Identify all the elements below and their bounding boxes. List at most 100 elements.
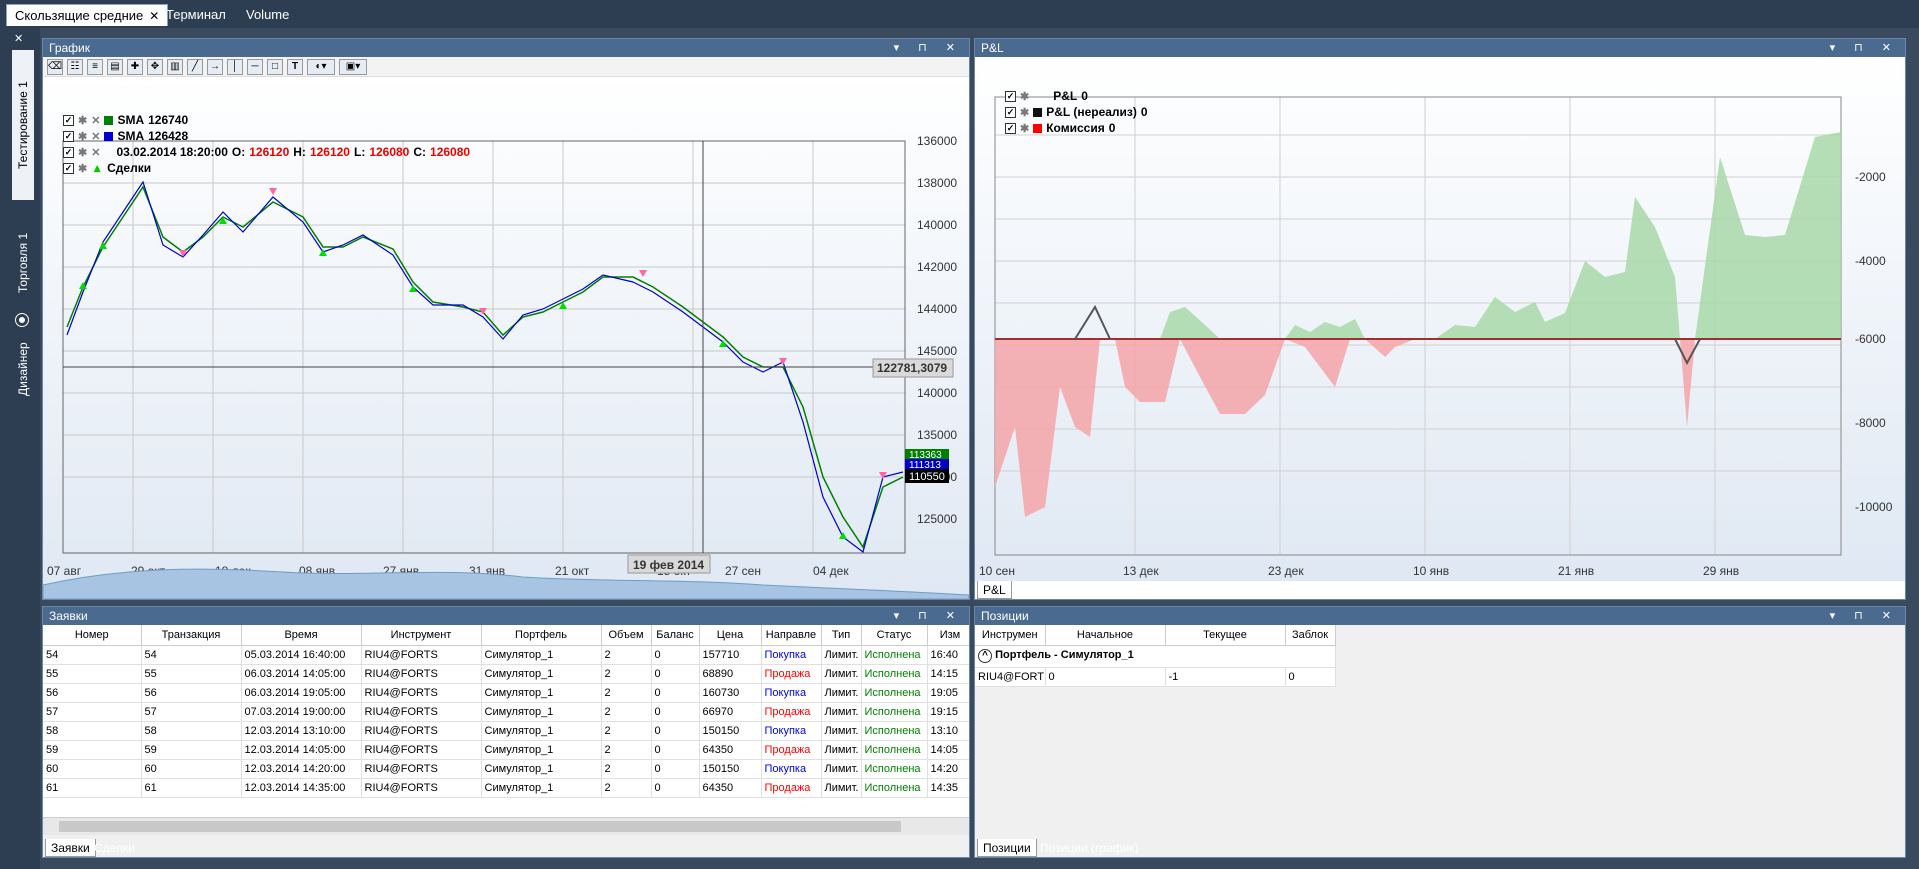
table-cell: 0 [1045,667,1166,687]
hline-tool-icon[interactable]: ─ [247,58,263,75]
save-icon[interactable]: ▣▾ [339,58,367,75]
table-row[interactable]: 61 61 12.03.2014 14:35:00 RIU4@FORTS Симулят… [43,778,969,798]
table-row[interactable]: 55 55 06.03.2014 14:05:00 RIU4@FORTS Симулят… [43,664,969,684]
column-header[interactable]: Номер [43,625,142,646]
panel-buttons[interactable]: ▾ ⊓ ✕ [894,39,963,57]
legend-ohlc: ✓ ✱ ✕ 03.02.2014 18:20:00 O: 126120 H: 12612… [63,145,470,159]
ohlc-date: 03.02.2014 18:20:00 [116,145,228,159]
gear-icon[interactable]: ✱ [78,114,87,127]
bars-icon[interactable]: ▥ [167,58,183,75]
x-tick: 21 янв [1558,564,1594,578]
positions-table: Инструмен Начальное Текущее Заблок ^ Портфе… [975,625,1336,687]
table-row[interactable]: 60 60 12.03.2014 14:20:00 RIU4@FORTS Симулят… [43,759,969,779]
checkbox[interactable]: ✓ [63,114,74,126]
gear-icon[interactable]: ✱ [1020,106,1029,119]
side-tab-testing[interactable]: Тестирование 1 [12,50,34,200]
panel-buttons[interactable]: ▾ ⊓ ✕ [1830,607,1899,625]
table-cell: 61 [43,778,142,798]
tab-statistics[interactable]: Статистика [1007,581,1080,599]
panel-buttons[interactable]: ▾ ⊓ ✕ [1830,39,1899,57]
table-cell: Продажа [761,740,822,760]
pnl-chart[interactable]: -2000 -4000 -6000 -8000 -10000 10 сен 13… [975,57,1905,581]
gear-icon[interactable]: ✱ [78,162,87,175]
grid-icon[interactable]: ▤ [107,58,123,75]
table-row[interactable]: 57 57 07.03.2014 19:00:00 RIU4@FORTS Симулят… [43,702,969,722]
table-cell: RIU4@FORTS [361,721,482,741]
y-tick: 145000 [917,344,957,358]
checkbox[interactable]: ✓ [63,130,74,142]
column-header[interactable]: Инструмент [361,625,482,646]
tab-positions[interactable]: Позиции [977,839,1037,857]
crosshair-icon[interactable]: ✚ [127,58,143,75]
pan-icon[interactable]: ✥ [147,58,163,75]
rect-tool-icon[interactable]: □ [267,58,283,75]
column-header[interactable]: Объем [601,625,652,646]
column-header[interactable]: Статус [861,625,928,646]
column-header[interactable]: Направле [761,625,822,646]
column-header[interactable]: Портфель [481,625,602,646]
side-tab-designer[interactable]: Дизайнер [12,334,34,404]
column-header[interactable]: Баланс [651,625,700,646]
column-header[interactable]: Начальное [1045,625,1166,646]
color-picker-icon[interactable]: ◐▾ [307,58,335,75]
close-icon[interactable]: ✕ [91,130,100,143]
tab-terminal[interactable]: Терминал [158,4,234,26]
table-cell: -1 [1165,667,1286,687]
table-cell: 14:05 [927,740,969,760]
legend-label: SMA [117,129,145,143]
group-row[interactable]: ^ Портфель - Симулятор_1 [975,645,1336,668]
horizontal-scrollbar[interactable] [43,817,969,835]
ohlc-c: 126080 [430,145,471,159]
x-tick: 13 дек [1123,564,1159,578]
column-header[interactable]: Изм [927,625,969,646]
vline-tool-icon[interactable]: │ [227,58,243,75]
column-header[interactable]: Цена [699,625,762,646]
erase-icon[interactable]: ⌫ [47,58,63,75]
table-row[interactable]: 54 54 05.03.2014 16:40:00 RIU4@FORTS Симулят… [43,645,969,665]
tab-moving-averages[interactable]: Скользящие средние ✕ [6,4,169,26]
checkbox[interactable]: ✓ [63,162,74,174]
table-cell: 16:40 [927,645,969,665]
gear-icon[interactable]: ✱ [78,146,87,159]
table-row[interactable]: 58 58 12.03.2014 13:10:00 RIU4@FORTS Симулят… [43,721,969,741]
scrollbar-thumb[interactable] [59,821,901,832]
table-cell: 66970 [699,702,762,722]
checkbox[interactable]: ✓ [63,146,74,158]
line-tool-icon[interactable]: ╱ [187,58,203,75]
collapse-icon[interactable]: ^ [978,649,992,663]
close-icon[interactable]: ✕ [14,32,23,45]
column-header[interactable]: Время [241,625,362,646]
checkbox[interactable]: ✓ [1005,106,1016,118]
table-row[interactable]: 59 59 12.03.2014 14:05:00 RIU4@FORTS Симулят… [43,740,969,760]
arrow-tool-icon[interactable]: → [207,58,223,75]
column-header[interactable]: Тип [821,625,862,646]
close-icon[interactable]: ✕ [91,114,100,127]
column-header[interactable]: Инструмен [975,625,1046,646]
checkbox[interactable]: ✓ [1005,122,1016,134]
column-header[interactable]: Текущее [1165,625,1286,646]
tab-positions-chart[interactable]: Позиции (график) [1035,839,1144,857]
column-header[interactable]: Заблок [1285,625,1336,646]
text-tool-icon[interactable]: T [287,58,303,75]
panel-buttons[interactable]: ▾ ⊓ ✕ [894,607,963,625]
gear-icon[interactable]: ✱ [1020,122,1029,135]
tab-volume[interactable]: Volume [238,4,297,26]
table-cell: Симулятор_1 [481,721,602,741]
table-row[interactable]: 56 56 06.03.2014 19:05:00 RIU4@FORTS Симулят… [43,683,969,703]
table-cell: 58 [43,721,142,741]
gear-icon[interactable]: ✱ [78,130,87,143]
side-tab-trading[interactable]: Торговля 1 [12,218,34,308]
legend-label: Комиссия [1046,121,1105,135]
table-cell: 06.03.2014 14:05:00 [241,664,362,684]
table-cell: Исполнена [861,645,928,665]
gear-icon[interactable]: ✱ [1020,90,1029,103]
table-row[interactable]: RIU4@FORT 0 -1 0 [975,667,1336,687]
checkbox[interactable]: ✓ [1005,90,1016,102]
legend-pnl-unrealized: ✓ ✱ P&L (нереализ) 0 [1005,105,1148,119]
list-icon[interactable]: ≡ [87,58,103,75]
close-icon[interactable]: ✕ [91,146,100,159]
tab-trades[interactable]: Сделки [89,839,140,857]
side-tab-label: Дизайнер [16,342,30,396]
legend-icon[interactable]: ☷ [67,58,83,75]
column-header[interactable]: Транзакция [141,625,242,646]
